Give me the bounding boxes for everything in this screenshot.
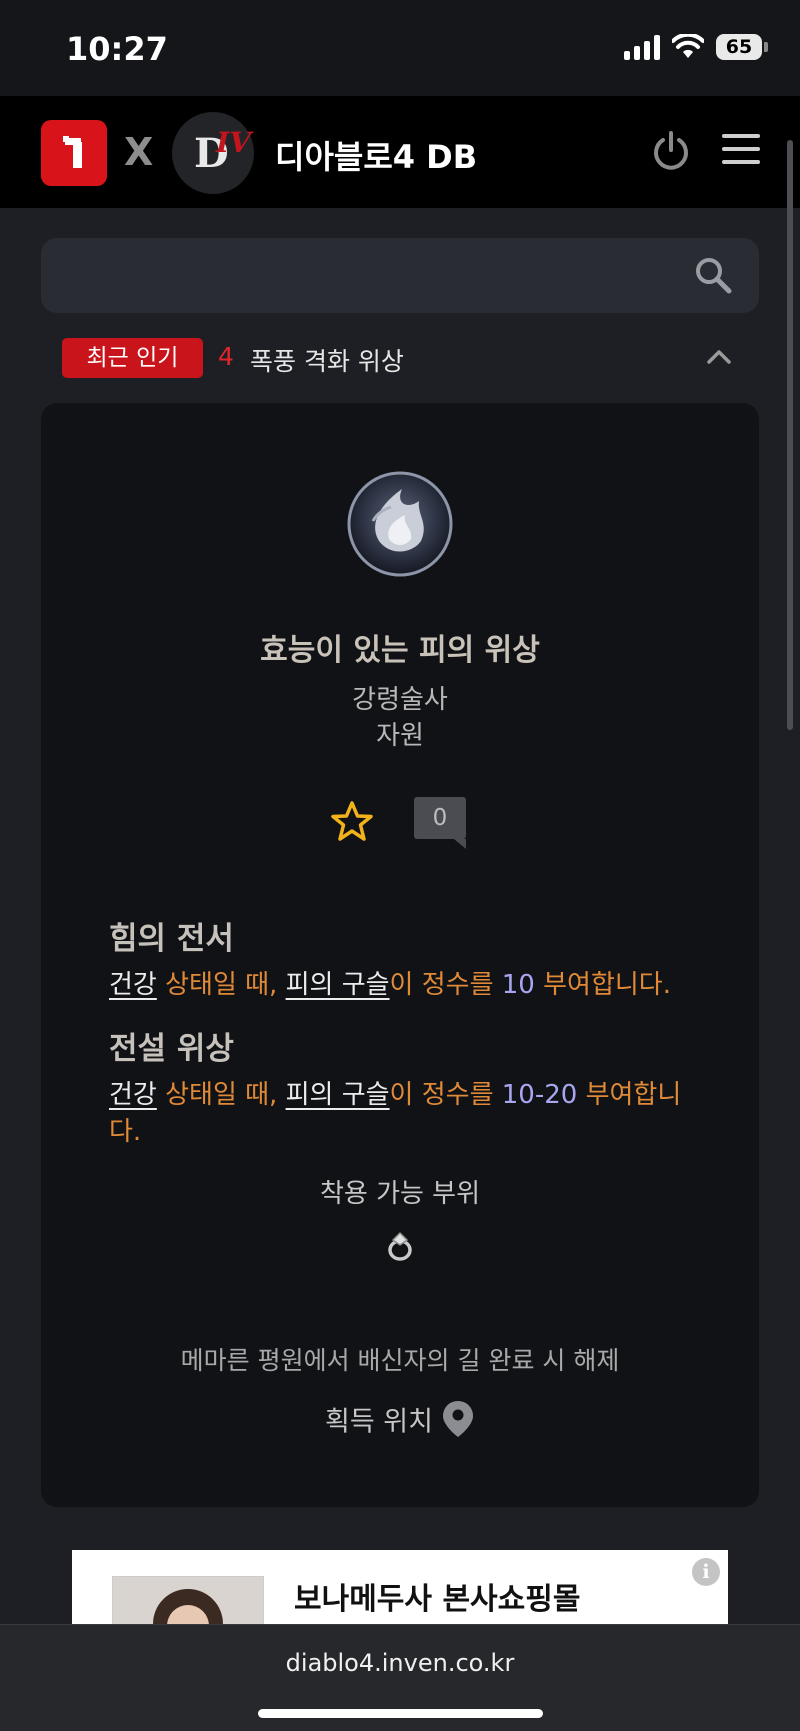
- diablo4-logo[interactable]: D IV: [172, 112, 254, 194]
- power-icon[interactable]: [650, 130, 692, 172]
- search-icon[interactable]: [693, 255, 733, 295]
- aspect-emblem-icon: [347, 471, 453, 577]
- battery-icon: 65: [716, 34, 768, 60]
- home-indicator[interactable]: [258, 1709, 543, 1718]
- effect-value: 10: [501, 970, 535, 1000]
- unlock-condition: 메마른 평원에서 배신자의 길 완료 시 해제: [180, 1346, 620, 1375]
- status-indicators: 65: [624, 34, 768, 60]
- favorite-star-icon[interactable]: [329, 799, 375, 845]
- inven-logo[interactable]: [41, 120, 107, 186]
- item-class: 강령술사: [352, 685, 448, 715]
- legendary-section-title: 전설 위상: [109, 1031, 234, 1067]
- acquire-location[interactable]: 획득 위치: [41, 1399, 759, 1439]
- map-pin-icon[interactable]: [441, 1399, 475, 1439]
- app-header: X D IV 디아블로4 DB: [0, 96, 800, 208]
- ad-title[interactable]: 보나메두사 본사쇼핑몰: [294, 1574, 580, 1618]
- codex-section-desc: 건강 상태일 때, 피의 구슬이 정수를 10 부여합니다.: [109, 970, 671, 1000]
- trending-badge: 최근 인기: [62, 338, 203, 378]
- collab-x-mark: X: [124, 130, 154, 174]
- wifi-icon: [672, 34, 704, 58]
- address-bar[interactable]: diablo4.inven.co.kr: [0, 1649, 800, 1677]
- ad-image: [112, 1576, 264, 1624]
- page-title[interactable]: 디아블로4 DB: [275, 132, 477, 178]
- search-box[interactable]: [41, 238, 759, 313]
- keyword-link[interactable]: 피의 구슬: [286, 1080, 390, 1110]
- codex-section-title: 힘의 전서: [109, 921, 234, 957]
- ad-banner[interactable]: 보나메두사 본사쇼핑몰 i: [72, 1550, 728, 1624]
- hamburger-menu-icon[interactable]: [722, 134, 760, 166]
- cellular-signal-icon: [624, 34, 660, 60]
- info-icon[interactable]: i: [692, 1558, 720, 1586]
- ring-icon: [388, 1231, 412, 1261]
- item-name: 효능이 있는 피의 위상: [260, 633, 540, 668]
- comment-count-badge[interactable]: 0: [414, 797, 466, 849]
- browser-bottom-bar: diablo4.inven.co.kr: [0, 1624, 800, 1731]
- aspect-detail-card: 효능이 있는 피의 위상 강령술사 자원 0 힘의 전서 건강 상태일 때, 피…: [41, 403, 759, 1507]
- search-input[interactable]: [61, 238, 681, 313]
- keyword-link[interactable]: 건강: [109, 1080, 157, 1110]
- equip-slot-label: 착용 가능 부위: [319, 1179, 481, 1209]
- page-scrollbar[interactable]: [787, 140, 793, 730]
- effect-value: 10-20: [501, 1080, 578, 1110]
- trending-ticker[interactable]: 최근 인기 4 폭풍 격화 위상: [62, 338, 732, 378]
- location-label: 획득 위치: [325, 1406, 433, 1438]
- status-bar: 10:27 65: [0, 0, 800, 96]
- chevron-up-icon[interactable]: [706, 346, 732, 366]
- trending-item-link[interactable]: 폭풍 격화 위상: [250, 342, 404, 378]
- legendary-section-desc: 건강 상태일 때, 피의 구슬이 정수를 10-20 부여합니다.: [109, 1080, 682, 1147]
- keyword-link[interactable]: 피의 구슬: [286, 970, 390, 1000]
- status-time: 10:27: [66, 30, 168, 68]
- item-category: 자원: [376, 721, 424, 751]
- trending-rank: 4: [218, 342, 234, 371]
- keyword-link[interactable]: 건강: [109, 970, 157, 1000]
